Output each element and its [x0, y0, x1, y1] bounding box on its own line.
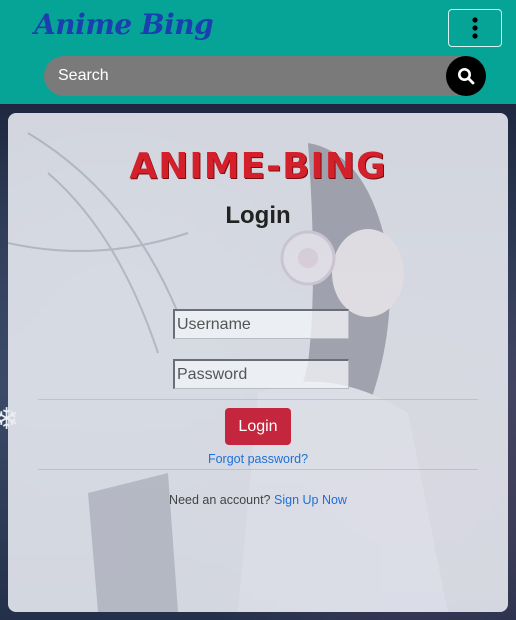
forgot-password-row: Forgot password?	[8, 452, 508, 466]
navbar: Anime Bing	[0, 0, 516, 104]
menu-toggle-button[interactable]	[448, 9, 502, 47]
brand-logo[interactable]: Anime Bing	[34, 8, 214, 41]
vertical-dots-icon	[472, 17, 478, 39]
signup-prompt: Need an account?	[169, 493, 271, 507]
site-logo: ANIME-BING	[129, 146, 387, 187]
signup-row: Need an account? Sign Up Now	[8, 493, 508, 507]
divider	[38, 399, 478, 400]
password-field[interactable]	[173, 359, 349, 389]
page-title: Login	[225, 202, 291, 229]
login-card: ANIME-BING Login Login Forgot password? …	[8, 113, 508, 612]
divider	[38, 469, 478, 470]
signup-link[interactable]: Sign Up Now	[274, 493, 347, 507]
search-button[interactable]	[446, 56, 486, 96]
login-button[interactable]: Login	[225, 408, 291, 445]
search-icon	[458, 68, 475, 85]
forgot-password-link[interactable]: Forgot password?	[208, 452, 308, 466]
search-input[interactable]	[44, 56, 440, 96]
search-bar	[44, 56, 486, 96]
username-field[interactable]	[173, 309, 349, 339]
